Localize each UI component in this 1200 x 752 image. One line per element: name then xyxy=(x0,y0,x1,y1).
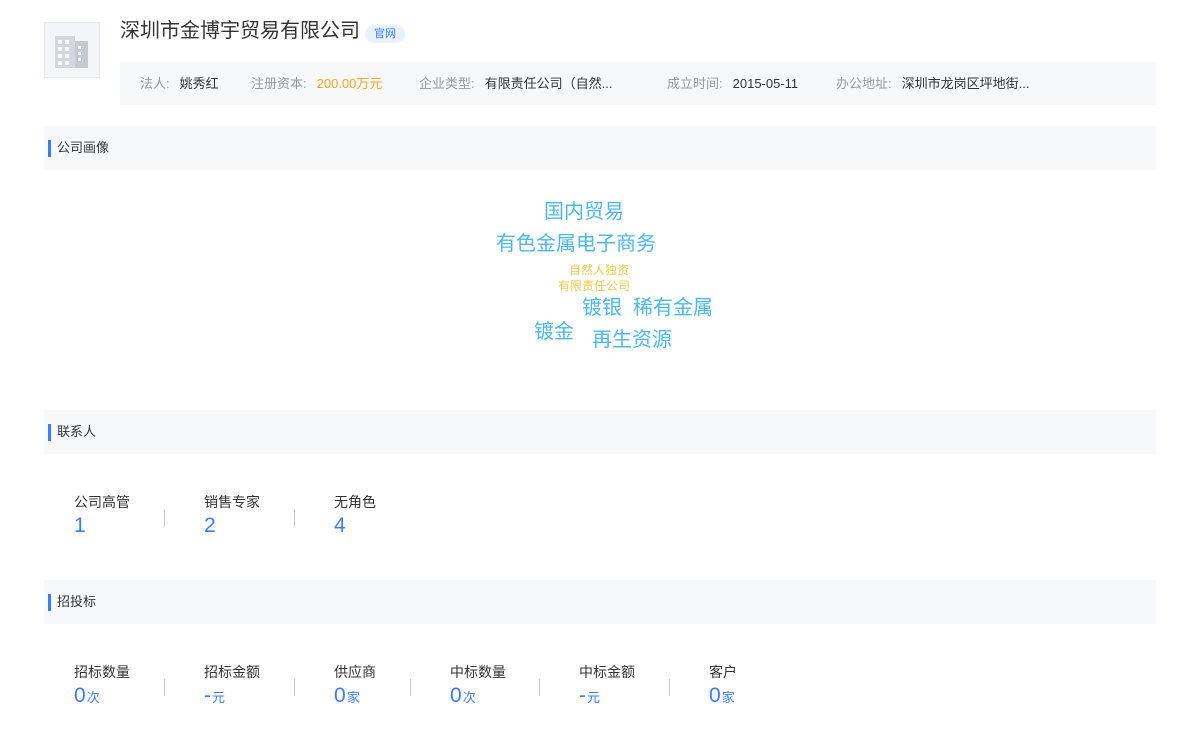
stat-unit: 次 xyxy=(462,690,476,705)
stat-label: 供应商 xyxy=(334,664,376,680)
cloud-word: 有色金属电子商务 xyxy=(496,233,656,255)
stat-win-amount[interactable]: 中标金额 -元 xyxy=(579,663,635,710)
section-title-bidding: 招投标 xyxy=(57,594,97,609)
stat-unit: 元 xyxy=(212,690,226,705)
legal-person: 法人: 姚秀红 xyxy=(140,62,219,105)
section-accent-bar xyxy=(48,594,51,611)
company-type-label: 企业类型: xyxy=(419,76,475,91)
stat-suppliers[interactable]: 供应商 0家 xyxy=(334,663,376,710)
stat-value: 1 xyxy=(74,514,86,537)
company-info-bar: 法人: 姚秀红 注册资本: 200.00万元 企业类型: 有限责任公司（自然... 成… xyxy=(120,62,1156,105)
cloud-word: 有限责任公司 xyxy=(558,279,631,293)
stat-label: 招标数量 xyxy=(74,664,130,680)
section-header-contacts: 联系人 xyxy=(44,410,1156,454)
section-title-contacts: 联系人 xyxy=(57,424,97,439)
company-type-value: 有限责任公司（自然... xyxy=(484,76,613,91)
section-accent-bar xyxy=(48,140,51,157)
company-type: 企业类型: 有限责任公司（自然... xyxy=(419,62,612,105)
stat-unit: 家 xyxy=(721,690,735,705)
registered-capital: 注册资本: 200.00万元 xyxy=(251,62,382,105)
stat-value: 0家 xyxy=(334,684,376,710)
stat-label: 中标金额 xyxy=(579,664,635,680)
founded-date-label: 成立时间: xyxy=(667,76,723,91)
company-name: 深圳市金博宇贸易有限公司 xyxy=(120,20,360,42)
stat-value: -元 xyxy=(204,684,260,710)
office-address: 办公地址: 深圳市龙岗区坪地街... xyxy=(836,62,1029,105)
stat-tender-count[interactable]: 招标数量 0次 xyxy=(74,663,130,710)
stat-divider xyxy=(294,509,295,526)
stat-executives[interactable]: 公司高管 1 xyxy=(74,493,130,538)
stat-value: 2 xyxy=(204,514,216,537)
stat-divider xyxy=(539,679,540,696)
founded-date-value: 2015-05-11 xyxy=(732,76,799,91)
stat-label: 客户 xyxy=(709,664,737,680)
section-header-bidding: 招投标 xyxy=(44,580,1156,624)
stat-number: 0 xyxy=(74,684,86,707)
stat-label: 公司高管 xyxy=(74,494,130,510)
stat-value: 0次 xyxy=(450,684,506,710)
stat-number: - xyxy=(204,684,211,707)
stat-divider xyxy=(410,679,411,696)
stat-label: 无角色 xyxy=(334,494,376,510)
stat-win-count[interactable]: 中标数量 0次 xyxy=(450,663,506,710)
registered-capital-label: 注册资本: xyxy=(251,76,307,91)
stat-no-role[interactable]: 无角色 4 xyxy=(334,493,376,538)
stat-label: 销售专家 xyxy=(204,494,260,510)
stat-value: -元 xyxy=(579,684,635,710)
cloud-word: 镀银 xyxy=(582,297,622,319)
stat-number: 0 xyxy=(709,684,721,707)
stat-unit: 家 xyxy=(346,690,360,705)
section-header-profile: 公司画像 xyxy=(44,126,1156,170)
stat-value: 4 xyxy=(334,514,346,537)
building-icon xyxy=(55,36,88,68)
stat-value: 0家 xyxy=(709,684,737,710)
founded-date: 成立时间: 2015-05-11 xyxy=(667,62,798,105)
stat-sales-experts[interactable]: 销售专家 2 xyxy=(204,493,260,538)
stat-unit: 元 xyxy=(587,690,601,705)
stat-value: 0次 xyxy=(74,684,130,710)
stat-number: - xyxy=(579,684,586,707)
legal-person-label: 法人: xyxy=(140,76,170,91)
section-accent-bar xyxy=(48,424,51,441)
cloud-word: 稀有金属 xyxy=(633,297,713,319)
cloud-word: 再生资源 xyxy=(592,329,672,351)
stat-unit: 次 xyxy=(86,690,100,705)
stat-divider xyxy=(164,679,165,696)
section-title-profile: 公司画像 xyxy=(57,140,110,155)
company-logo xyxy=(44,22,100,78)
cloud-word: 国内贸易 xyxy=(544,201,624,223)
stat-divider xyxy=(164,509,165,526)
stat-divider xyxy=(669,679,670,696)
official-website-badge[interactable]: 官网 xyxy=(365,25,405,43)
stat-number: 0 xyxy=(334,684,346,707)
legal-person-value: 姚秀红 xyxy=(179,76,219,91)
stat-divider xyxy=(294,679,295,696)
stat-tender-amount[interactable]: 招标金额 -元 xyxy=(204,663,260,710)
office-address-value: 深圳市龙岗区坪地街... xyxy=(901,76,1030,91)
cloud-word: 自然人独资 xyxy=(569,263,630,277)
office-address-label: 办公地址: xyxy=(836,76,892,91)
registered-capital-value: 200.00万元 xyxy=(316,76,383,91)
stat-label: 中标数量 xyxy=(450,664,506,680)
cloud-word: 镀金 xyxy=(534,321,574,343)
stat-customers[interactable]: 客户 0家 xyxy=(709,663,737,710)
stat-number: 0 xyxy=(450,684,462,707)
stat-label: 招标金额 xyxy=(204,664,260,680)
